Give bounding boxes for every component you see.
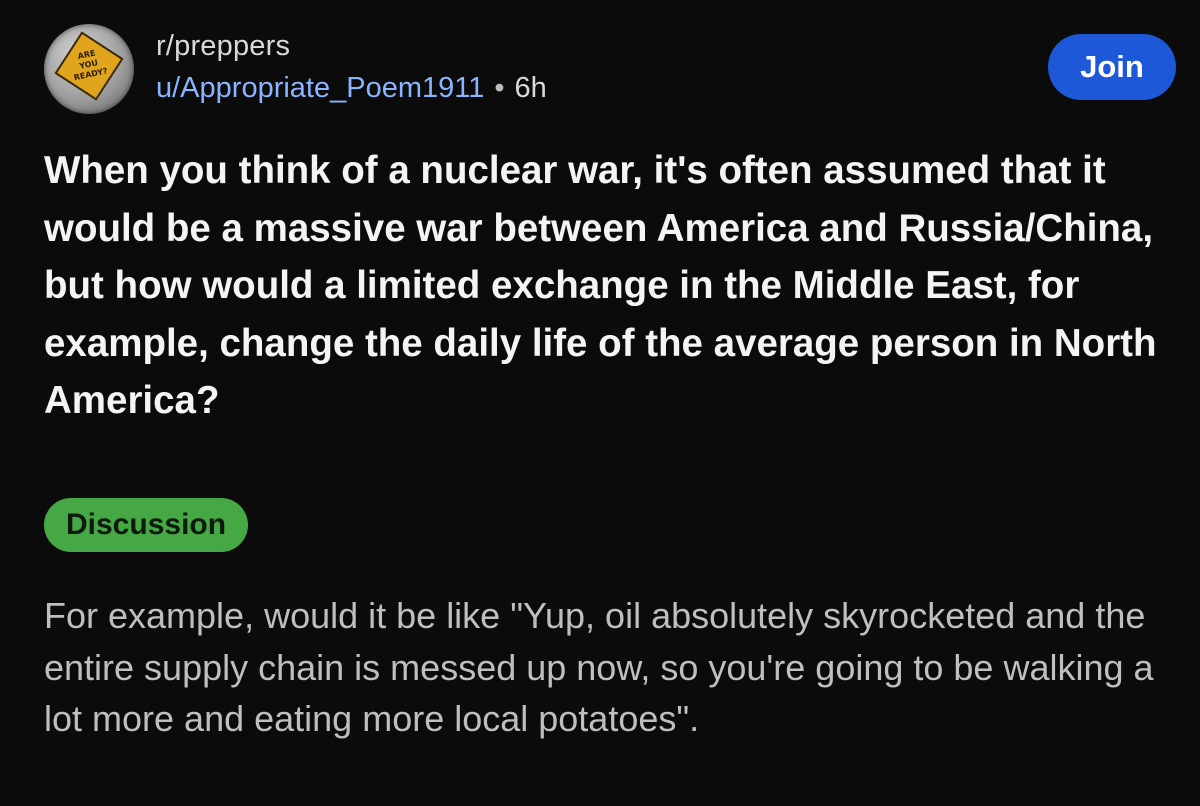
warning-sign-icon: ARE YOU READY? <box>54 31 124 101</box>
subreddit-name[interactable]: r/preppers <box>156 30 290 63</box>
post-title[interactable]: When you think of a nuclear war, it's of… <box>44 142 1164 430</box>
author-username[interactable]: u/Appropriate_Poem1911 <box>156 72 484 104</box>
post-header: ARE YOU READY? r/preppers u/Appropriate_… <box>44 24 1180 114</box>
flair-badge[interactable]: Discussion <box>44 498 249 552</box>
post-age: 6h <box>514 72 547 104</box>
meta-separator: • <box>494 72 505 104</box>
post-body[interactable]: For example, would it be like "Yup, oil … <box>44 590 1174 745</box>
join-button[interactable]: Join <box>1048 34 1176 100</box>
post-card: ARE YOU READY? r/preppers u/Appropriate_… <box>0 0 1200 806</box>
subreddit-avatar[interactable]: ARE YOU READY? <box>44 24 134 114</box>
post-meta: u/Appropriate_Poem1911 • 6h <box>156 72 547 105</box>
